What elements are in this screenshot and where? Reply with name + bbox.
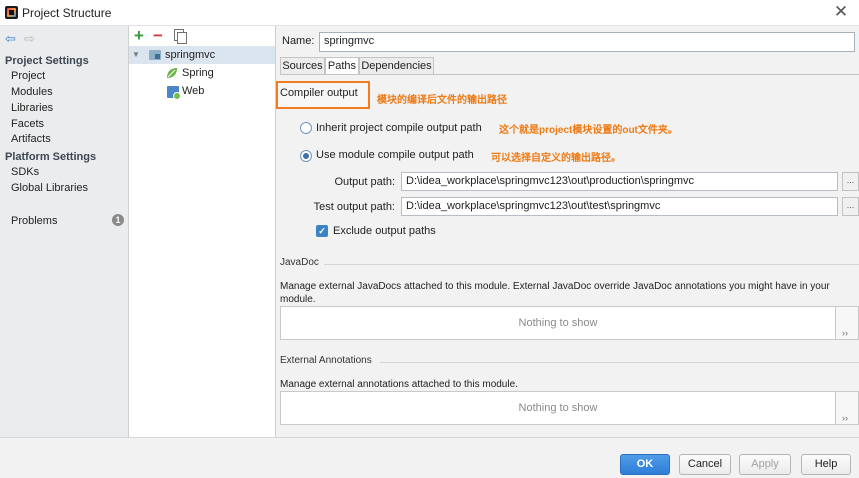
help-button[interactable]: Help [801,454,851,475]
external-annotations-list-toolbar: ›› [836,391,859,425]
cancel-button[interactable]: Cancel [679,454,731,475]
javadoc-section-title: JavaDoc [280,257,319,268]
external-annotations-divider [380,362,859,363]
module-name-input[interactable]: springmvc [319,32,855,52]
expand-chevron-icon[interactable]: ›› [842,413,848,423]
back-arrow-icon[interactable]: ⇦ [5,32,16,46]
sidebar-item-modules[interactable]: Modules [11,86,53,98]
web-facet-icon [167,86,181,100]
module-folder-icon [149,50,161,60]
test-output-path-label: Test output path: [313,201,395,213]
sidebar-item-global-libraries[interactable]: Global Libraries [11,182,88,194]
javadoc-description: Manage external JavaDocs attached to thi… [280,281,830,305]
tab-paths[interactable]: Paths [325,57,359,75]
window-titlebar: Project Structure ✕ [0,0,859,26]
output-path-label: Output path: [334,176,395,188]
test-output-path-input[interactable]: D:\idea_workplace\springmvc123\out\test\… [401,197,838,216]
exclude-output-label[interactable]: Exclude output paths [333,225,436,237]
platform-settings-header: Platform Settings [5,151,97,163]
close-icon[interactable]: ✕ [831,2,851,22]
tree-module-label: springmvc [165,49,216,61]
intellij-app-icon [5,6,18,19]
javadoc-list-toolbar: ›› [836,306,859,340]
module-tree-pane: + − ▼ springmvc Spring Web [129,26,276,437]
project-settings-header: Project Settings [5,55,89,67]
test-output-path-browse-button[interactable]: ... [842,197,859,216]
tree-facet-web[interactable]: Web [182,85,204,97]
external-annotations-description: Manage external annotations attached to … [280,379,518,390]
tabs-divider [280,74,859,75]
apply-button[interactable]: Apply [739,454,791,475]
expand-toggle-icon[interactable]: ▼ [132,50,140,59]
compiler-output-annotation: 模块的编译后文件的输出路径 [377,95,507,106]
dialog-footer: OK Cancel Apply Help [0,437,859,478]
compiler-output-title: Compiler output [280,87,358,99]
sidebar-item-facets[interactable]: Facets [11,118,44,130]
use-module-output-label[interactable]: Use module compile output path [316,149,474,161]
inherit-output-label[interactable]: Inherit project compile output path [316,122,482,134]
tree-facet-spring[interactable]: Spring [182,67,214,79]
use-module-output-annotation: 可以选择自定义的输出路径。 [491,153,621,164]
output-path-browse-button[interactable]: ... [842,172,859,191]
tab-dependencies[interactable]: Dependencies [359,57,434,75]
javadoc-divider [324,264,859,265]
inherit-output-annotation: 这个就是project模块设置的out文件夹。 [499,125,678,136]
exclude-output-checkbox[interactable]: ✓ [316,225,328,237]
expand-chevron-icon[interactable]: ›› [842,328,848,338]
sidebar-item-artifacts[interactable]: Artifacts [11,133,51,145]
settings-sidebar: ⇦ ⇨ Project Settings Project Modules Lib… [0,26,129,437]
remove-icon[interactable]: − [153,27,163,45]
ok-button[interactable]: OK [620,454,670,475]
javadoc-list[interactable]: Nothing to show [280,306,836,340]
spring-leaf-icon [167,68,177,78]
forward-arrow-icon[interactable]: ⇨ [24,32,35,46]
external-annotations-list[interactable]: Nothing to show [280,391,836,425]
module-settings-pane: Name: springmvc Sources Paths Dependenci… [276,26,859,437]
output-path-input[interactable]: D:\idea_workplace\springmvc123\out\produ… [401,172,838,191]
window-title: Project Structure [22,6,112,20]
sidebar-item-libraries[interactable]: Libraries [11,102,53,114]
sidebar-item-sdks[interactable]: SDKs [11,166,39,178]
copy-icon[interactable] [174,29,187,44]
use-module-output-radio[interactable] [300,150,312,162]
problems-count-badge: 1 [112,214,124,226]
add-icon[interactable]: + [134,27,144,45]
sidebar-item-project[interactable]: Project [11,70,45,82]
name-label: Name: [282,35,315,47]
external-annotations-section-title: External Annotations [280,355,372,366]
inherit-output-radio[interactable] [300,122,312,134]
tab-sources[interactable]: Sources [280,57,325,75]
sidebar-item-problems[interactable]: Problems [11,215,57,227]
